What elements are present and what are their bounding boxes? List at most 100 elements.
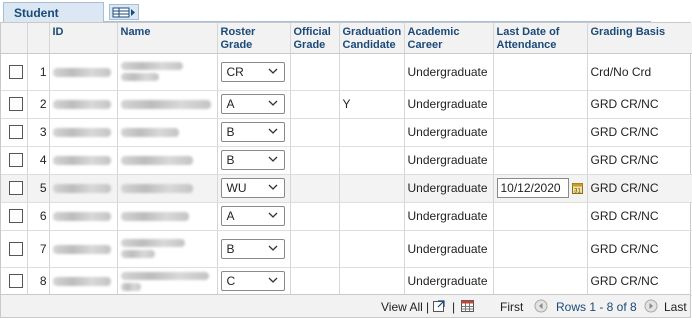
table-row: 4 B Undergraduate GRD CR/NC bbox=[1, 146, 692, 175]
roster-grade-select[interactable]: WU bbox=[220, 178, 285, 198]
footer-separator: | bbox=[452, 300, 456, 314]
official-grade-cell bbox=[290, 267, 340, 296]
grading-basis-cell: Crd/No Crd bbox=[587, 53, 692, 91]
student-id-redacted bbox=[49, 53, 118, 91]
roster-grade-select[interactable]: A bbox=[220, 94, 285, 114]
last-date-input[interactable]: 10/12/2020 bbox=[496, 178, 569, 198]
academic-career-cell: Undergraduate bbox=[404, 230, 494, 268]
name-header[interactable]: Name bbox=[117, 23, 218, 54]
select-header bbox=[1, 23, 28, 54]
chevron-down-icon bbox=[268, 100, 277, 106]
row-number-header bbox=[27, 23, 50, 54]
row-number: 1 bbox=[27, 53, 50, 91]
row-number: 6 bbox=[27, 202, 50, 231]
graduation-candidate-cell bbox=[339, 146, 405, 175]
graduation-candidate-header[interactable]: Graduation Candidate bbox=[339, 23, 405, 54]
last-date-cell bbox=[493, 53, 588, 91]
last-link[interactable]: Last bbox=[664, 300, 687, 314]
student-grade-grid: ID Name Roster Grade Official Grade Gradua… bbox=[0, 22, 692, 296]
rows-range-label: Rows 1 - 8 of 8 bbox=[556, 300, 637, 314]
last-date-cell bbox=[493, 90, 588, 119]
row-number: 2 bbox=[27, 90, 50, 119]
official-grade-cell bbox=[290, 174, 340, 203]
roster-grade-select[interactable]: B bbox=[220, 238, 285, 259]
last-date-cell: 10/12/2020 31 bbox=[493, 174, 588, 203]
svg-text:31: 31 bbox=[574, 189, 581, 195]
last-date-cell bbox=[493, 202, 588, 231]
chevron-down-icon bbox=[268, 277, 277, 283]
academic-career-cell: Undergraduate bbox=[404, 90, 494, 119]
row-select-checkbox[interactable] bbox=[9, 241, 23, 256]
header-row: ID Name Roster Grade Official Grade Gradua… bbox=[1, 23, 692, 54]
graduation-candidate-cell bbox=[339, 230, 405, 268]
academic-career-cell: Undergraduate bbox=[404, 146, 494, 175]
tab-strip: Student Grade bbox=[0, 0, 692, 40]
student-name-redacted bbox=[117, 146, 218, 175]
tab-student-grade[interactable]: Student Grade bbox=[3, 2, 104, 40]
row-number: 7 bbox=[27, 230, 50, 268]
academic-career-cell: Undergraduate bbox=[404, 53, 494, 91]
student-name-redacted bbox=[117, 174, 218, 203]
student-name-redacted bbox=[117, 53, 218, 91]
first-link[interactable]: First bbox=[500, 300, 523, 314]
roster-grade-select[interactable]: CR bbox=[220, 61, 285, 82]
academic-career-cell: Undergraduate bbox=[404, 202, 494, 231]
table-row: 2 A Y Undergraduate GRD CR/NC bbox=[1, 90, 692, 119]
academic-career-cell: Undergraduate bbox=[404, 174, 494, 203]
student-id-redacted bbox=[49, 230, 118, 268]
student-id-redacted bbox=[49, 174, 118, 203]
row-select-checkbox[interactable] bbox=[9, 64, 23, 79]
footer-separator: | bbox=[426, 300, 430, 314]
row-select-checkbox[interactable] bbox=[9, 153, 23, 168]
roster-grade-select[interactable]: A bbox=[220, 206, 285, 226]
previous-arrow-icon[interactable] bbox=[534, 299, 548, 313]
graduation-candidate-cell bbox=[339, 202, 405, 231]
id-header[interactable]: ID bbox=[49, 23, 118, 54]
row-select-checkbox[interactable] bbox=[9, 209, 23, 224]
last-date-cell bbox=[493, 267, 588, 296]
roster-grade-select[interactable]: B bbox=[220, 150, 285, 170]
graduation-candidate-cell bbox=[339, 53, 405, 91]
chevron-down-icon bbox=[268, 184, 277, 190]
student-name-redacted bbox=[117, 202, 218, 231]
table-row: 3 B Undergraduate GRD CR/NC bbox=[1, 118, 692, 147]
row-number: 4 bbox=[27, 146, 50, 175]
student-name-redacted bbox=[117, 267, 218, 296]
roster-grade-header[interactable]: Roster Grade bbox=[217, 23, 291, 54]
academic-career-cell: Undergraduate bbox=[404, 267, 494, 296]
graduation-candidate-cell: Y bbox=[339, 90, 405, 119]
academic-career-header[interactable]: Academic Career bbox=[404, 23, 494, 54]
chevron-down-icon bbox=[268, 245, 277, 251]
grading-basis-cell: GRD CR/NC bbox=[587, 118, 692, 147]
show-all-columns-icon[interactable] bbox=[109, 4, 139, 20]
student-id-redacted bbox=[49, 202, 118, 231]
row-select-checkbox[interactable] bbox=[9, 181, 23, 196]
student-id-redacted bbox=[49, 90, 118, 119]
calendar-icon[interactable]: 31 bbox=[571, 182, 583, 195]
chevron-down-icon bbox=[268, 128, 277, 134]
roster-grade-select[interactable]: C bbox=[220, 271, 285, 291]
row-number: 3 bbox=[27, 118, 50, 147]
grading-basis-header[interactable]: Grading Basis bbox=[587, 23, 692, 54]
view-all-link[interactable]: View All bbox=[381, 300, 423, 314]
student-name-redacted bbox=[117, 230, 218, 268]
row-select-checkbox[interactable] bbox=[9, 125, 23, 140]
last-date-cell bbox=[493, 118, 588, 147]
table-row: 6 A Undergraduate GRD CR/NC bbox=[1, 202, 692, 231]
row-number: 5 bbox=[27, 174, 50, 203]
last-date-header[interactable]: Last Date of Attendance bbox=[493, 23, 588, 54]
student-id-redacted bbox=[49, 118, 118, 147]
table-row: 5 WU Undergraduate 10/12/2020 31 GRD CR/N… bbox=[1, 174, 692, 203]
roster-grade-select[interactable]: B bbox=[220, 122, 285, 142]
official-grade-header[interactable]: Official Grade bbox=[290, 23, 340, 54]
official-grade-cell bbox=[290, 53, 340, 91]
grading-basis-cell: GRD CR/NC bbox=[587, 90, 692, 119]
zoom-icon[interactable] bbox=[432, 299, 446, 313]
table-row: 7 B Undergraduate GRD CR/NC bbox=[1, 230, 692, 268]
student-name-redacted bbox=[117, 118, 218, 147]
next-arrow-icon[interactable] bbox=[644, 299, 658, 313]
row-select-checkbox[interactable] bbox=[9, 274, 23, 289]
official-grade-cell bbox=[290, 118, 340, 147]
download-spreadsheet-icon[interactable] bbox=[460, 298, 476, 314]
row-select-checkbox[interactable] bbox=[9, 97, 23, 112]
